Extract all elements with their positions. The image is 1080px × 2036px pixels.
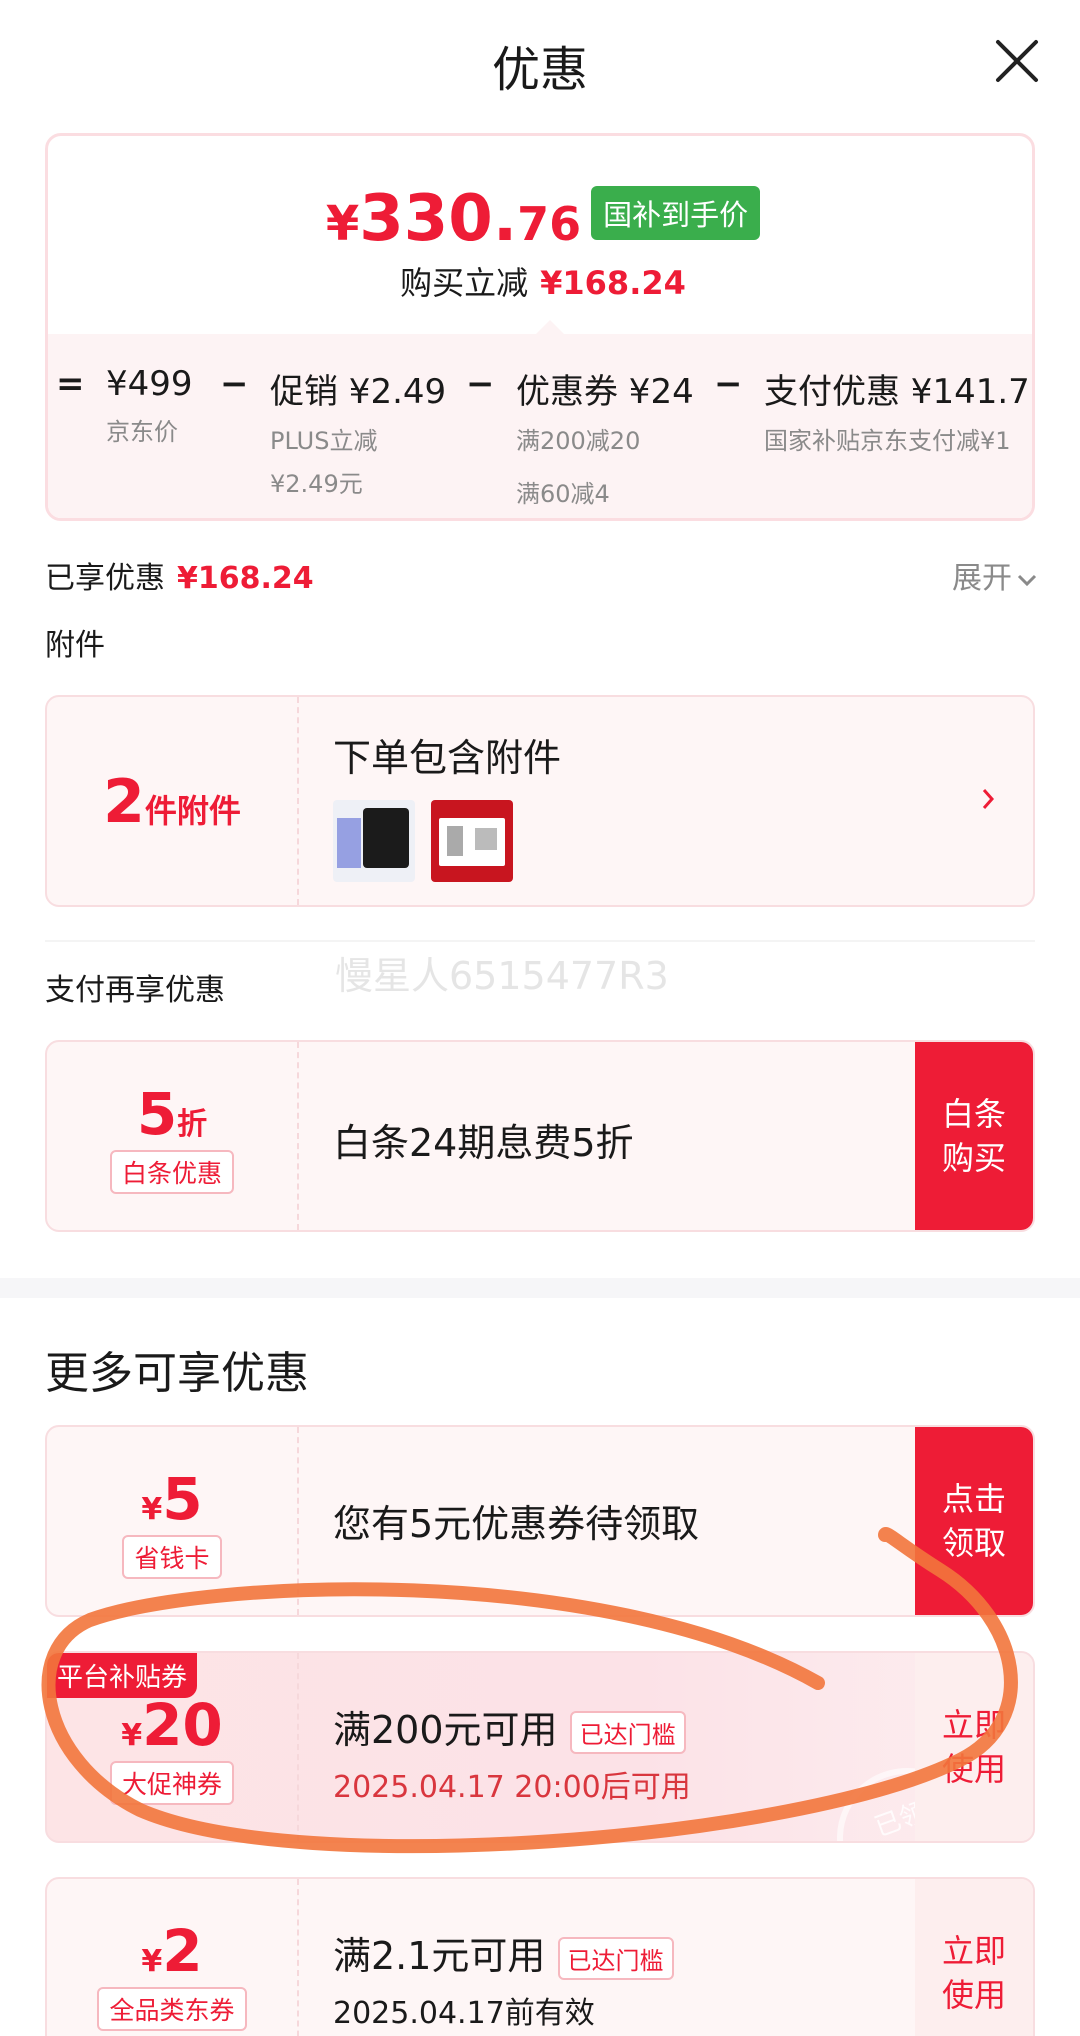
coupon-text: 满200元可用: [333, 1708, 558, 1752]
breakdown-item-payment: 支付优惠 ¥141.75 国家补贴京东支付减¥1: [764, 372, 1035, 455]
final-price: ¥330.76: [325, 182, 582, 256]
attachments-card[interactable]: 2件附件 下单包含附件: [45, 695, 1035, 907]
use-coupon-button[interactable]: 立即 使用: [915, 1653, 1033, 1841]
price-breakdown: = ¥499 京东价 − 促销 ¥2.49 PLUS立减 ¥2.49元 − 优惠…: [48, 334, 1035, 518]
claim-coupon-button[interactable]: 点击 领取: [915, 1427, 1033, 1615]
chevron-down-icon: [1017, 574, 1037, 586]
coupon-text: 您有5元优惠券待领取: [333, 1502, 700, 1546]
chevron-right-icon: [982, 789, 995, 809]
subsidy-price-badge: 国补到手价: [591, 186, 761, 240]
breakdown-op: −: [220, 364, 249, 404]
coupon-amount: ¥5 省钱卡: [47, 1427, 299, 1615]
breakdown-item-list-price: ¥499 京东价: [106, 364, 193, 446]
sheet-header: 优惠: [0, 0, 1080, 125]
coupon-sheet: 优惠 ¥330.76 国补到手价 购买立减 ¥168.24 = ¥499 京东价 −: [0, 0, 1080, 2036]
sheet-title: 优惠: [491, 42, 588, 98]
coupon-card-platform[interactable]: 平台补贴券 ¥20 大促神券 满200元可用 已达门槛 2025.04.17 2…: [45, 1651, 1035, 1843]
breakdown-op: −: [714, 364, 743, 404]
coupon-card-category[interactable]: ¥2 全品类东券 满2.1元可用 已达门槛 2025.04.17前有效 立即 使…: [45, 1877, 1035, 2036]
more-offers-title: 更多可享优惠: [45, 1348, 309, 1399]
baitiao-discount: 5折 白条优惠: [47, 1042, 299, 1230]
expand-button[interactable]: 展开: [952, 553, 1038, 597]
breakdown-item: =: [56, 364, 85, 404]
baitiao-buy-button[interactable]: 白条 购买: [915, 1042, 1033, 1230]
baitiao-offer-text: 白条24期息费5折: [333, 1121, 634, 1165]
price-summary-card: ¥330.76 国补到手价 购买立减 ¥168.24 = ¥499 京东价 − 促销…: [45, 133, 1035, 521]
threshold-reached-badge: 已达门槛: [557, 1937, 674, 1980]
coupon-tag: 省钱卡: [122, 1535, 222, 1579]
divider: [45, 940, 1035, 942]
enjoyed-discount: 已享优惠 ¥168.24: [45, 561, 314, 596]
close-icon[interactable]: [994, 38, 1040, 84]
attachment-thumb-sd-card: [333, 800, 415, 882]
baitiao-tag: 白条优惠: [109, 1150, 234, 1194]
total-saving-amount: ¥168.24: [540, 264, 686, 302]
coupon-card-savings[interactable]: ¥5 省钱卡 您有5元优惠券待领取 点击 领取: [45, 1425, 1035, 1617]
attachment-thumb-card: [431, 800, 513, 882]
coupon-amount: ¥2 全品类东券: [47, 1879, 299, 2036]
enjoyed-amount: ¥168.24: [177, 561, 314, 596]
coupon-validity: 2025.04.17前有效: [333, 1996, 595, 2031]
watermark: 慢星人6515477R3: [335, 954, 669, 998]
breakdown-item-coupon: 优惠券 ¥24 满200减20 满60减4: [516, 372, 694, 508]
total-saving-row: 购买立减 ¥168.24: [400, 264, 686, 302]
attachments-section-label: 附件: [45, 628, 105, 663]
coupon-tag: 全品类东券: [97, 1987, 247, 2031]
coupon-validity: 2025.04.17 20:00后可用: [333, 1770, 691, 1805]
final-price-row: ¥330.76 国补到手价: [48, 182, 1032, 256]
section-divider: [0, 1278, 1080, 1298]
breakdown-op: −: [466, 364, 495, 404]
coupon-amount: ¥20 大促神券: [47, 1653, 299, 1841]
breakdown-item-promotion: 促销 ¥2.49 PLUS立减 ¥2.49元: [270, 372, 447, 498]
use-coupon-button[interactable]: 立即 使用: [915, 1879, 1033, 2036]
baitiao-offer-card[interactable]: 5折 白条优惠 白条24期息费5折 白条 购买: [45, 1040, 1035, 1232]
coupon-tag: 大促神券: [109, 1761, 234, 1805]
attachment-count: 2件附件: [47, 697, 299, 905]
pay-section-label: 支付再享优惠: [45, 973, 225, 1008]
coupon-text: 满2.1元可用: [333, 1934, 546, 1978]
attachments-title: 下单包含附件: [333, 736, 562, 780]
threshold-reached-badge: 已达门槛: [569, 1711, 686, 1754]
